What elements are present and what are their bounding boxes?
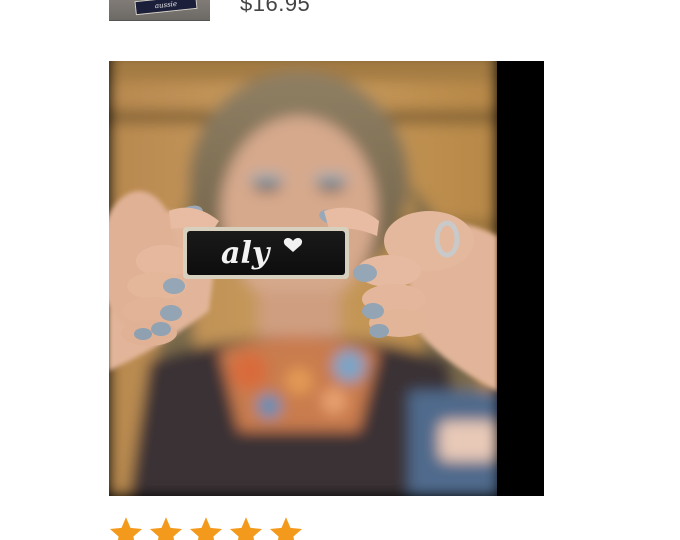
photo-letterbox-band <box>497 61 544 496</box>
product-thumbnail[interactable]: aussie <box>109 0 210 21</box>
star-icon <box>269 517 303 540</box>
star-icon <box>149 517 183 540</box>
star-icon <box>229 517 263 540</box>
star-icon <box>109 517 143 540</box>
thumbnail-tag-text: aussie <box>154 0 178 11</box>
main-product-photo[interactable]: aly <box>109 61 544 496</box>
photo-illustration: aly <box>109 61 497 496</box>
star-icon <box>189 517 223 540</box>
product-listing-page: aussie $16.95 aly <box>0 0 680 540</box>
thumbnail-name-tag: aussie <box>134 0 198 16</box>
product-price: $16.95 <box>240 0 311 16</box>
tag-name-text: aly <box>221 236 272 271</box>
photo-image-area: aly <box>109 61 497 496</box>
rating-stars <box>108 515 304 540</box>
